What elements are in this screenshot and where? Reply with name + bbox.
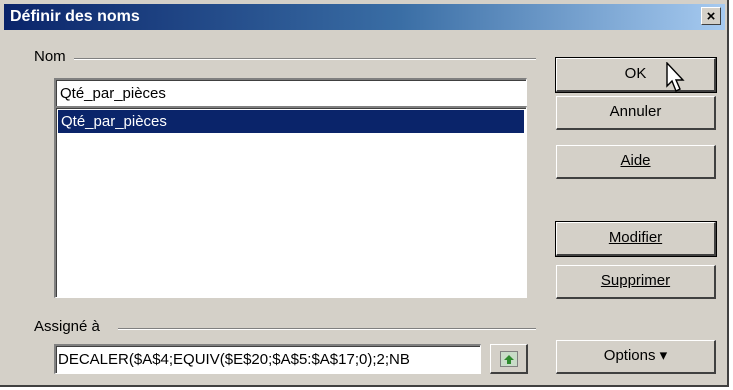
name-group-divider xyxy=(74,58,536,60)
list-item[interactable]: Qté_par_pièces xyxy=(58,110,524,133)
options-button[interactable]: Options ▾ xyxy=(556,340,716,374)
delete-button[interactable]: Supprimer xyxy=(556,265,716,299)
title-bar[interactable]: Définir des noms × xyxy=(4,4,725,30)
delete-button-label: Supprimer xyxy=(600,272,671,289)
close-button[interactable]: × xyxy=(701,7,721,25)
modify-button[interactable]: Modifier xyxy=(555,221,717,257)
assign-group-label: Assigné à xyxy=(34,318,104,335)
ok-button[interactable]: OK xyxy=(555,57,717,93)
chevron-down-icon: ▾ xyxy=(659,347,668,364)
help-button[interactable]: Aide xyxy=(556,145,716,179)
close-icon: × xyxy=(706,8,716,25)
modify-button-label: Modifier xyxy=(608,229,663,246)
define-names-dialog: Définir des noms × Nom Qté_par_pièces Qt… xyxy=(0,0,729,387)
names-list[interactable]: Qté_par_pièces xyxy=(54,106,527,298)
name-group-label: Nom xyxy=(34,48,70,65)
shrink-icon xyxy=(500,351,518,367)
dialog-title: Définir des noms xyxy=(10,8,140,25)
name-input[interactable]: Qté_par_pièces xyxy=(54,78,527,107)
options-button-label: Options xyxy=(603,347,656,364)
cancel-button[interactable]: Annuler xyxy=(556,96,716,130)
help-button-label: Aide xyxy=(620,152,651,169)
assign-group-divider xyxy=(118,328,536,330)
shrink-button[interactable] xyxy=(490,344,528,374)
mouse-cursor-icon xyxy=(666,62,685,92)
assigned-to-field[interactable]: DECALER($A$4;EQUIV($E$20;$A$5:$A$17;0);2… xyxy=(54,344,481,374)
